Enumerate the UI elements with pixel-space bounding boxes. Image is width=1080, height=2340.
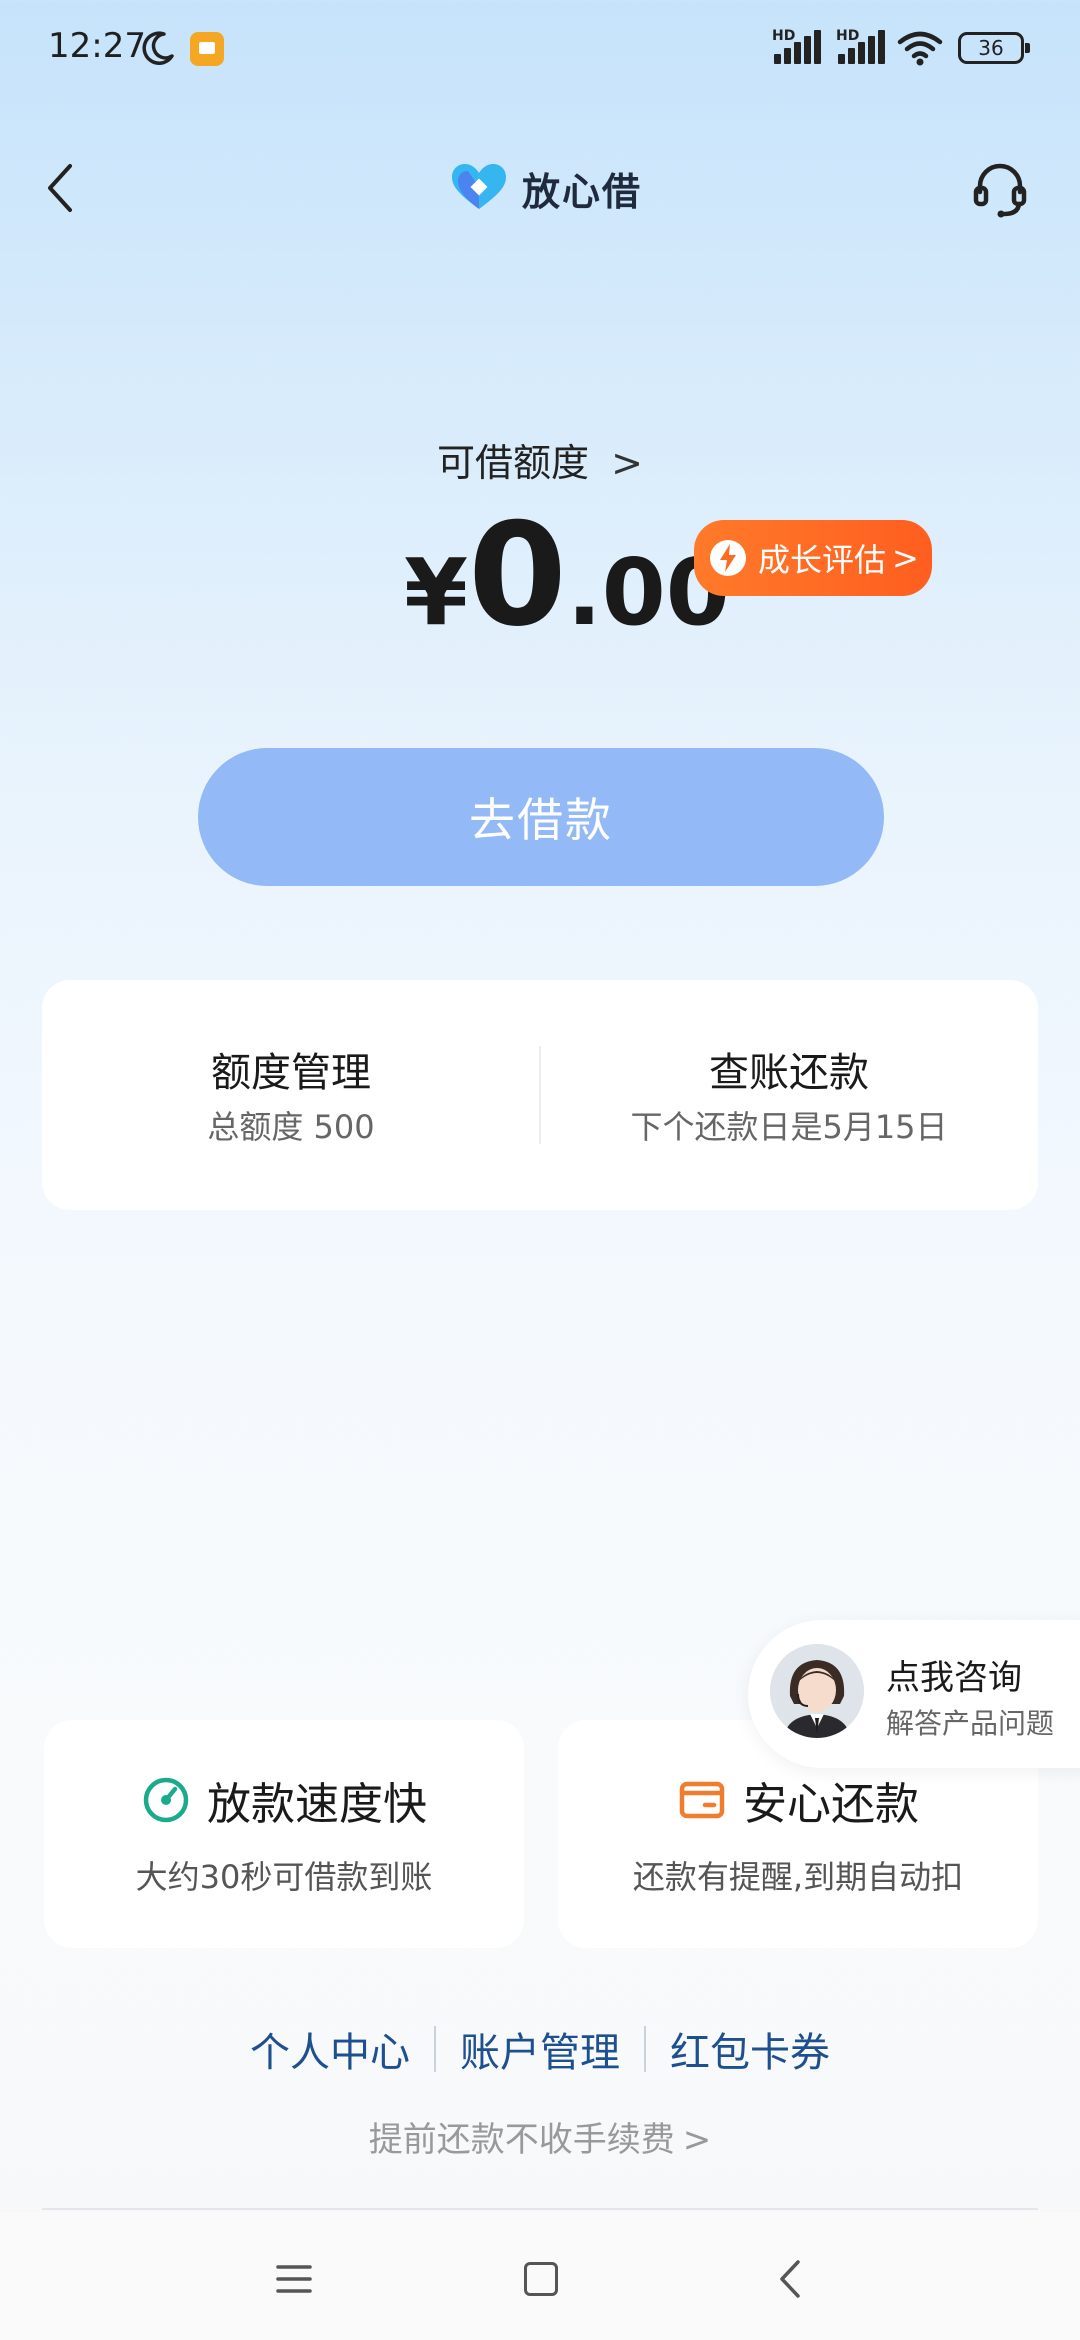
- lightning-icon: [710, 540, 746, 576]
- wallet-icon: [679, 1781, 725, 1819]
- feature-title: 放款速度快: [207, 1779, 427, 1830]
- bill-repay-button[interactable]: 查账还款 下个还款日是5月15日: [540, 980, 1038, 1210]
- growth-assessment-label: 成长评估: [758, 541, 887, 579]
- feature-card-fast-loan: 放款速度快 大约30秒可借款到账: [44, 1720, 524, 1948]
- customer-service-icon[interactable]: [968, 158, 1032, 222]
- notification-icon: [190, 32, 224, 66]
- prepay-link[interactable]: 提前还款不收手续费 >: [0, 2112, 1080, 2161]
- divider: [42, 2208, 1038, 2210]
- account-card: 额度管理 总额度 500 查账还款 下个还款日是5月15日: [42, 980, 1038, 1210]
- system-nav-bar: [0, 2212, 1080, 2340]
- chevron-right-icon: >: [611, 441, 643, 485]
- consult-button[interactable]: 点我咨询 解答产品问题: [748, 1620, 1080, 1768]
- app-title: 放心借: [522, 169, 643, 214]
- credit-limit-label: 可借额度: [437, 441, 590, 485]
- feature-subtitle: 还款有提醒,到期自动扣: [632, 1858, 964, 1896]
- quota-management-button[interactable]: 额度管理 总额度 500: [42, 980, 540, 1210]
- currency-symbol: ¥: [404, 539, 469, 646]
- menu-icon[interactable]: [274, 2262, 314, 2296]
- battery-icon: 36: [958, 32, 1030, 64]
- chevron-right-icon: >: [682, 2120, 712, 2160]
- moon-icon: [142, 31, 174, 65]
- total-quota-text: 总额度 500: [207, 1108, 375, 1146]
- battery-level: 36: [978, 36, 1004, 60]
- status-bar: 12:27 HD HD 36: [0, 0, 1080, 100]
- signal-icon: HD: [772, 28, 824, 68]
- status-time: 12:27: [48, 26, 146, 66]
- bottom-links: 个人中心 账户管理 红包卡券: [0, 2020, 1080, 2078]
- next-repay-date-text: 下个还款日是5月15日: [630, 1108, 948, 1146]
- consult-subtitle: 解答产品问题: [886, 1707, 1055, 1740]
- bill-repay-title: 查账还款: [709, 1050, 869, 1096]
- speed-icon: [143, 1777, 189, 1823]
- chevron-right-icon: >: [892, 539, 919, 577]
- amount-integer: 0: [468, 493, 567, 658]
- consult-title: 点我咨询: [886, 1658, 1022, 1698]
- heart-logo-icon: [452, 164, 506, 209]
- agent-avatar-image: [770, 1644, 864, 1738]
- credit-limit-link[interactable]: 可借额度 >: [0, 432, 1080, 487]
- personal-center-link[interactable]: 个人中心: [226, 2020, 434, 2078]
- home-icon[interactable]: [524, 2262, 558, 2296]
- prepay-label: 提前还款不收手续费: [368, 2120, 675, 2160]
- agent-avatar: [770, 1644, 864, 1738]
- feature-title: 安心还款: [743, 1779, 919, 1830]
- account-management-link[interactable]: 账户管理: [436, 2020, 644, 2078]
- app-logo: 放心借: [450, 160, 642, 216]
- quota-management-title: 额度管理: [211, 1050, 371, 1096]
- wifi-icon: [897, 31, 943, 66]
- feature-subtitle: 大约30秒可借款到账: [135, 1858, 433, 1896]
- nav-back-icon[interactable]: [776, 2258, 804, 2300]
- credit-amount: ¥ 0 .00: [404, 505, 730, 655]
- borrow-button[interactable]: 去借款: [198, 748, 884, 886]
- signal-icon: HD: [836, 28, 888, 68]
- back-arrow-icon[interactable]: [40, 160, 80, 216]
- coupons-link[interactable]: 红包卡券: [646, 2020, 854, 2078]
- growth-assessment-button[interactable]: 成长评估 >: [694, 520, 932, 596]
